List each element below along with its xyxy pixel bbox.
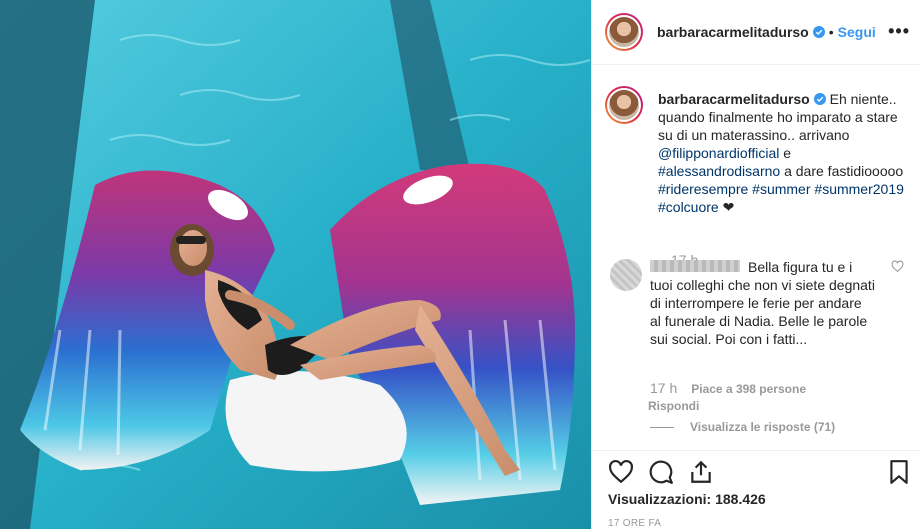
comment-meta: 17 h Piace a 398 persone — [650, 380, 806, 396]
view-replies-label: Visualizza le risposte (71) — [690, 420, 836, 434]
instagram-post: barbaracarmelitadurso • Segui ••• barbar… — [0, 0, 919, 529]
comment-likes[interactable]: Piace a 398 persone — [691, 382, 806, 396]
comment-text: Bella figura tu e i tuoi colleghi che no… — [650, 259, 875, 347]
video-frame — [0, 0, 591, 529]
hashtag-link[interactable]: #summer2019 — [814, 181, 904, 197]
views-count: Visualizzazioni: 188.426 — [608, 491, 766, 507]
hashtag-link[interactable]: #colcuore — [658, 199, 719, 215]
bookmark-icon[interactable] — [886, 459, 912, 485]
follow-button[interactable]: Segui — [838, 24, 876, 40]
comment-icon[interactable] — [648, 459, 674, 485]
post-date[interactable]: 17 ORE FA — [608, 518, 661, 529]
comment-time[interactable]: 17 h — [650, 380, 677, 396]
post-side-panel: barbaracarmelitadurso • Segui ••• barbar… — [591, 0, 919, 529]
heart-emoji: ❤ — [718, 199, 735, 215]
avatar-photo — [607, 15, 641, 49]
verified-badge-icon — [813, 93, 826, 105]
hashtag-link[interactable]: #alessandrodisarno — [658, 163, 780, 179]
more-options-icon[interactable]: ••• — [888, 22, 910, 40]
caption-text: barbaracarmelitadurso Eh niente.. quando… — [658, 90, 910, 216]
author-avatar[interactable] — [605, 13, 643, 51]
verified-badge-icon — [812, 26, 825, 38]
caption-avatar[interactable] — [605, 86, 643, 124]
post-header: barbaracarmelitadurso • Segui ••• — [592, 0, 919, 65]
avatar-photo — [607, 88, 641, 122]
heart-icon[interactable] — [608, 459, 634, 485]
view-replies-button[interactable]: Visualizza le risposte (71) — [650, 420, 835, 434]
hashtag-link[interactable]: #rideresempre — [658, 181, 748, 197]
share-icon[interactable] — [688, 459, 714, 485]
post-video[interactable] — [0, 0, 591, 529]
reply-button[interactable]: Rispondi — [648, 399, 699, 413]
caption-body-3: a dare fastidiooooo — [780, 163, 904, 179]
replies-line — [650, 426, 674, 428]
commenter-avatar-blurred[interactable] — [610, 259, 642, 291]
comment-like-heart-icon[interactable] — [891, 260, 904, 273]
comments-section[interactable]: barbaracarmelitadurso Eh niente.. quando… — [592, 66, 919, 450]
mention-link[interactable]: @filipponardiofficial — [658, 145, 779, 161]
caption-username[interactable]: barbaracarmelitadurso — [658, 91, 810, 107]
hashtag-link[interactable]: #summer — [752, 181, 810, 197]
post-actions: Visualizzazioni: 188.426 17 ORE FA — [592, 450, 919, 529]
author-username[interactable]: barbaracarmelitadurso — [657, 24, 809, 40]
action-icons — [608, 459, 714, 485]
separator-dot: • — [828, 24, 834, 40]
caption-body-2: e — [779, 145, 792, 161]
